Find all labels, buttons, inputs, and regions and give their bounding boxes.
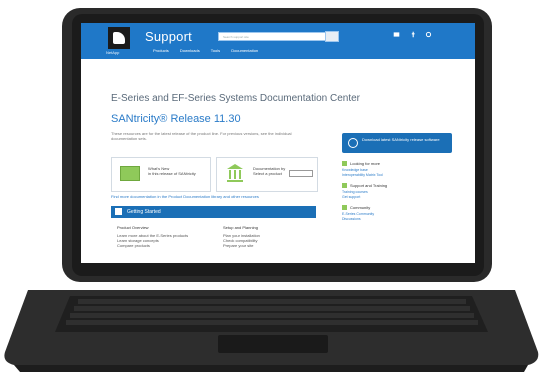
checkmark-icon — [115, 208, 122, 215]
column-heading: Product Overview — [117, 225, 149, 230]
list-item[interactable]: Compare products — [117, 243, 207, 248]
card-subtitle: Select a product — [253, 171, 282, 176]
right-sidebar: Looking for more Knowledge base Interope… — [342, 161, 454, 227]
download-software-button[interactable]: Download latest SANtricity release softw… — [342, 133, 452, 153]
sidebar-heading: Community — [342, 205, 454, 210]
bullet-icon — [342, 205, 347, 210]
card-text: What's New in this release of SANtricity — [148, 166, 196, 176]
sidebar-link[interactable]: Discussions — [342, 217, 454, 222]
site-title[interactable]: Support — [145, 29, 192, 44]
page-description: These resources are for the latest relea… — [111, 131, 292, 141]
library-icon — [227, 164, 243, 182]
documentation-info-bar[interactable]: Find more documentation in the Product D… — [111, 194, 321, 199]
nav-documentation[interactable]: Documentation — [231, 48, 258, 53]
sidebar-group: Looking for more Knowledge base Interope… — [342, 161, 454, 177]
page-title: E-Series and EF-Series Systems Documenta… — [111, 93, 360, 104]
setup-column: Setup and Planning Plan your installatio… — [223, 225, 313, 248]
facebook-icon[interactable] — [409, 31, 416, 38]
logo-text: NetApp — [106, 50, 120, 55]
browser-screen: NetApp Support Search support site Produ… — [81, 23, 475, 263]
column-heading: Setup and Planning — [223, 225, 258, 230]
nav-products[interactable]: Products — [153, 48, 169, 53]
nav-tools[interactable]: Tools — [211, 48, 220, 53]
site-header: NetApp Support Search support site Produ… — [81, 23, 475, 59]
bullet-icon — [342, 161, 347, 166]
release-heading: SANtricity® Release 11.30 — [111, 113, 241, 125]
sidebar-link[interactable]: Get support — [342, 195, 454, 200]
settings-icon[interactable] — [425, 31, 432, 38]
search-placeholder: Search support site — [223, 35, 249, 39]
top-nav: Products Downloads Tools Documentation — [153, 48, 268, 53]
search-button[interactable] — [325, 31, 339, 42]
sidebar-group: Support and Training Training courses Ge… — [342, 183, 454, 199]
sidebar-group: Community E-Series Community Discussions — [342, 205, 454, 221]
card-subtitle: in this release of SANtricity — [148, 171, 196, 176]
product-select[interactable] — [289, 170, 313, 177]
product-overview-column: Product Overview Learn more about the E-… — [117, 225, 207, 248]
sidebar-heading: Looking for more — [342, 161, 454, 166]
bullet-icon — [342, 183, 347, 188]
list-item[interactable]: Prepare your site — [223, 243, 313, 248]
getting-started-banner[interactable]: Getting Started — [111, 206, 316, 218]
sidebar-link[interactable]: Interoperability Matrix Tool — [342, 173, 454, 178]
nav-downloads[interactable]: Downloads — [180, 48, 200, 53]
download-button-label: Download latest SANtricity release softw… — [362, 137, 440, 142]
whats-new-card[interactable]: What's New in this release of SANtricity — [111, 157, 211, 192]
netapp-logo-icon[interactable] — [108, 27, 130, 49]
download-icon — [348, 138, 358, 148]
getting-started-label: Getting Started — [127, 209, 161, 215]
search-input[interactable]: Search support site — [218, 32, 328, 41]
monitor-icon — [120, 166, 140, 181]
sidebar-heading: Support and Training — [342, 183, 454, 188]
documentation-card: Documentation by Select a product — [216, 157, 318, 192]
mail-icon[interactable] — [393, 31, 400, 38]
card-text: Documentation by Select a product — [253, 166, 285, 176]
